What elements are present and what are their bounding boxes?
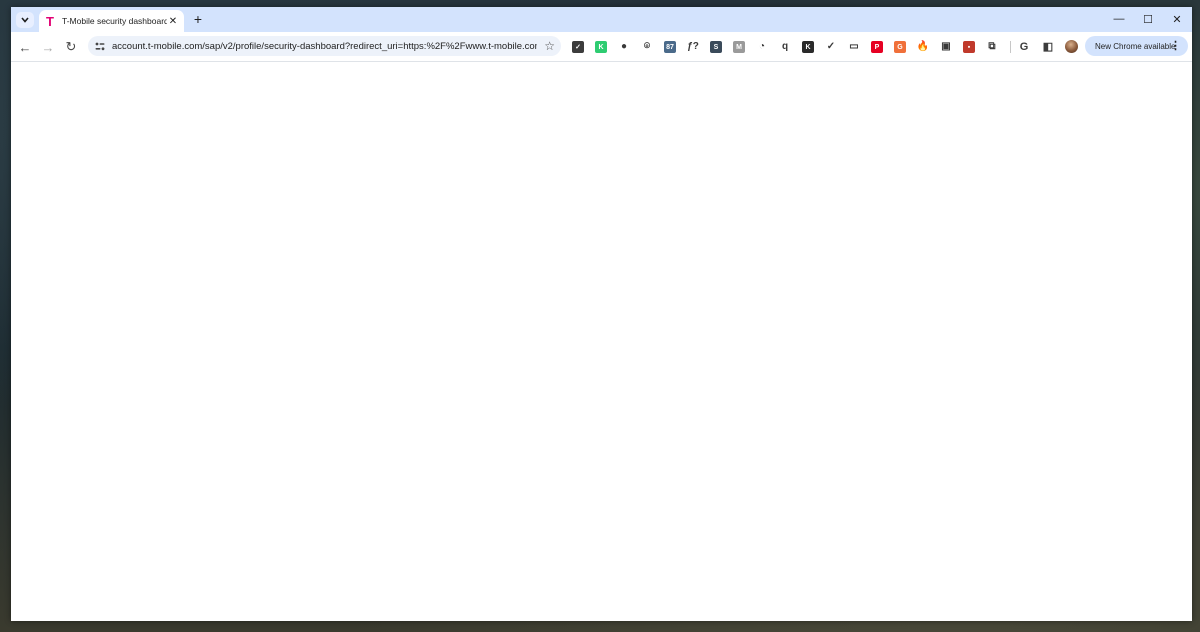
puzzle-extensions-icon[interactable]: ⧉: [986, 41, 998, 53]
timer-extension-icon[interactable]: ◔: [756, 41, 768, 53]
reload-button[interactable]: ↻: [62, 38, 80, 56]
new-chrome-available-button[interactable]: New Chrome available ⋮: [1085, 36, 1188, 56]
update-label: New Chrome available: [1095, 41, 1176, 51]
title-bar: T T-Mobile security dashboard ✕ + — ☐ ✕: [11, 7, 1192, 32]
browser-window: T T-Mobile security dashboard ✕ + — ☐ ✕ …: [11, 7, 1192, 621]
google-icon[interactable]: G: [1018, 41, 1030, 53]
page-content: [11, 62, 1192, 621]
toolbar-divider: [1010, 41, 1011, 53]
checklist-extension-icon[interactable]: ✓: [572, 41, 584, 53]
check-circle-extension-icon[interactable]: ✓: [825, 41, 837, 53]
t-mobile-favicon-icon: T: [46, 13, 54, 29]
m-extension-icon[interactable]: M: [733, 41, 745, 53]
dark-circle-extension-icon[interactable]: K: [802, 41, 814, 53]
minimize-button[interactable]: —: [1105, 10, 1133, 28]
location-pin-extension-icon[interactable]: ⌾: [641, 41, 653, 53]
close-window-button[interactable]: ✕: [1163, 10, 1191, 28]
blue-q-extension-icon[interactable]: q: [779, 41, 791, 53]
tab-close-icon[interactable]: ✕: [167, 15, 179, 27]
active-tab[interactable]: T T-Mobile security dashboard ✕: [39, 10, 184, 32]
k-extension-icon[interactable]: K: [595, 41, 607, 53]
browser-toolbar: ← → ↻ account.t-mobile.com/sap/v2/profil…: [11, 32, 1192, 62]
calendar-87-extension-icon[interactable]: 87: [664, 41, 676, 53]
forward-button[interactable]: →: [39, 38, 57, 56]
red-square-extension-icon[interactable]: ▪: [963, 41, 975, 53]
tab-title: T-Mobile security dashboard: [62, 16, 167, 26]
folder-extension-icon[interactable]: ▭: [848, 41, 860, 53]
back-button[interactable]: ←: [16, 38, 34, 56]
chevron-down-icon: [21, 17, 29, 23]
kebab-menu-icon[interactable]: ⋮: [1170, 39, 1181, 52]
fx-extension-icon[interactable]: ƒ?: [687, 41, 699, 53]
new-tab-button[interactable]: +: [191, 11, 205, 27]
url-text[interactable]: account.t-mobile.com/sap/v2/profile/secu…: [112, 41, 537, 52]
g-orange-extension-icon[interactable]: G: [894, 41, 906, 53]
s-extension-icon[interactable]: S: [710, 41, 722, 53]
flame-extension-icon[interactable]: 🔥: [917, 41, 929, 53]
green-circle-extension-icon[interactable]: ●: [618, 41, 630, 53]
site-info-icon[interactable]: [93, 39, 107, 53]
bookmark-star-icon[interactable]: ☆: [544, 39, 555, 53]
pinterest-extension-icon[interactable]: P: [871, 41, 883, 53]
maximize-button[interactable]: ☐: [1134, 10, 1162, 28]
profile-avatar[interactable]: [1065, 40, 1078, 53]
image-extension-icon[interactable]: ▣: [940, 41, 952, 53]
side-panel-icon[interactable]: ◧: [1042, 41, 1054, 53]
address-bar[interactable]: account.t-mobile.com/sap/v2/profile/secu…: [88, 36, 561, 56]
tab-search-button[interactable]: [16, 12, 34, 28]
